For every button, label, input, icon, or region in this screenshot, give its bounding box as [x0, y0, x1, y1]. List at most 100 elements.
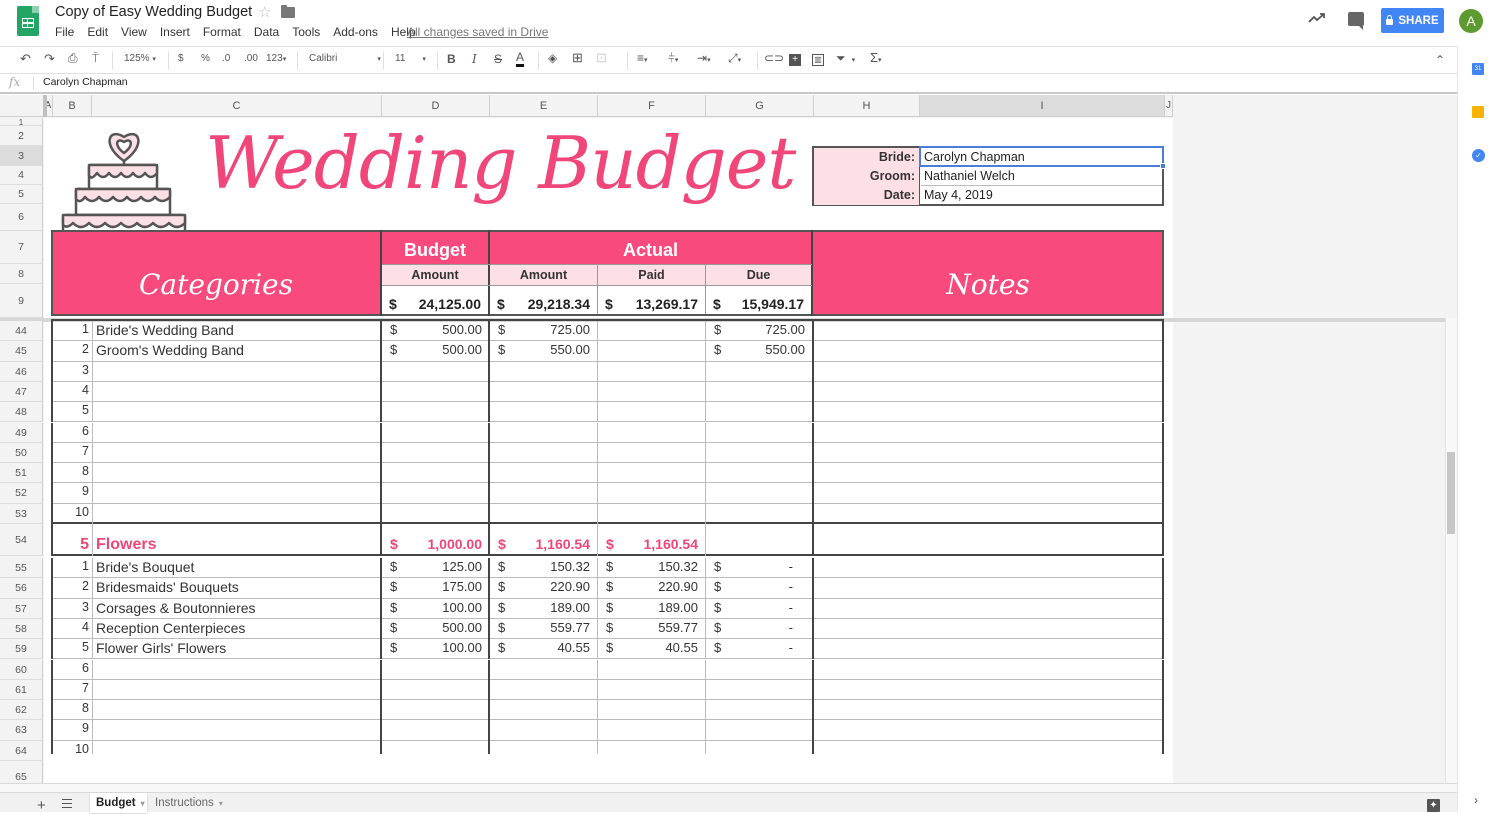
- filter-icon[interactable]: ⏷ ▾: [836, 51, 855, 66]
- add-sheet-icon[interactable]: +: [37, 797, 46, 814]
- row-header-4[interactable]: 4: [0, 166, 43, 185]
- tab-instructions[interactable]: Instructions ▾: [149, 793, 231, 813]
- menu-data[interactable]: Data: [254, 25, 279, 39]
- row-header-60[interactable]: 60: [0, 659, 43, 680]
- tab-menu-icon[interactable]: ▾: [219, 799, 223, 808]
- menu-addons[interactable]: Add-ons: [333, 25, 378, 39]
- paint-format-icon[interactable]: ⍑: [92, 51, 99, 66]
- menu-view[interactable]: View: [121, 25, 147, 39]
- keep-icon[interactable]: [1472, 106, 1484, 118]
- tab-budget[interactable]: Budget ▾: [90, 793, 147, 813]
- horizontal-scrollbar[interactable]: [0, 784, 1457, 793]
- share-button[interactable]: SHARE: [1381, 8, 1444, 33]
- expand-panel-icon[interactable]: ›: [1474, 793, 1478, 807]
- row-header-58[interactable]: 58: [0, 618, 43, 640]
- row-header-64[interactable]: 64: [0, 740, 43, 761]
- calendar-icon[interactable]: 31: [1472, 63, 1484, 75]
- strikethrough-button[interactable]: S: [494, 52, 502, 66]
- column-header-c[interactable]: C: [92, 95, 382, 117]
- font-size-select[interactable]: 11 ▾: [395, 53, 426, 64]
- tasks-icon[interactable]: ✓: [1472, 149, 1485, 162]
- column-header-h[interactable]: H: [814, 95, 920, 117]
- column-header-b[interactable]: B: [53, 95, 92, 117]
- row-header-54[interactable]: 54: [0, 524, 43, 556]
- insert-link-icon[interactable]: ⊂⊃: [764, 51, 784, 65]
- merge-cells-icon[interactable]: ⊡: [596, 50, 607, 66]
- menu-tools[interactable]: Tools: [292, 25, 320, 39]
- menu-edit[interactable]: Edit: [87, 25, 108, 39]
- vertical-scrollbar[interactable]: [1445, 318, 1457, 783]
- row-header-2[interactable]: 2: [0, 126, 43, 146]
- menu-format[interactable]: Format: [203, 25, 241, 39]
- undo-icon[interactable]: ↶: [20, 51, 31, 67]
- column-header-g[interactable]: G: [706, 95, 814, 117]
- total-paid[interactable]: $13,269.17: [598, 296, 705, 314]
- date-value[interactable]: May 4, 2019: [921, 186, 1162, 205]
- bride-value[interactable]: Carolyn Chapman: [921, 148, 1162, 167]
- row-header-6[interactable]: 6: [0, 204, 43, 231]
- row-header-48[interactable]: 48: [0, 402, 43, 423]
- total-actual[interactable]: $29,218.34: [490, 296, 597, 314]
- comments-icon[interactable]: [1348, 12, 1364, 30]
- row-header-63[interactable]: 63: [0, 720, 43, 741]
- row-header-47[interactable]: 47: [0, 381, 43, 403]
- account-avatar[interactable]: A: [1459, 9, 1483, 33]
- font-family-select[interactable]: Calibri ▾: [309, 53, 381, 64]
- row-header-3[interactable]: 3: [0, 146, 43, 166]
- row-header-51[interactable]: 51: [0, 463, 43, 484]
- sheets-logo-icon[interactable]: [17, 6, 39, 36]
- menu-file[interactable]: File: [55, 25, 74, 39]
- borders-icon[interactable]: ⊞: [572, 50, 583, 66]
- row-header-8[interactable]: 8: [0, 264, 43, 284]
- bold-button[interactable]: B: [447, 52, 456, 66]
- row-header-45[interactable]: 45: [0, 341, 43, 362]
- menu-insert[interactable]: Insert: [160, 25, 190, 39]
- groom-value[interactable]: Nathaniel Welch: [921, 167, 1162, 186]
- functions-button[interactable]: Σ▾: [870, 50, 882, 65]
- folder-icon[interactable]: [281, 5, 295, 18]
- currency-format-button[interactable]: $: [178, 53, 184, 64]
- row-header-65[interactable]: 65: [0, 761, 43, 783]
- percent-format-button[interactable]: %: [201, 53, 210, 64]
- row-header-44[interactable]: 44: [0, 321, 43, 342]
- explore-icon[interactable]: ✦: [1427, 799, 1440, 812]
- row-header-62[interactable]: 62: [0, 700, 43, 721]
- frozen-rows-divider[interactable]: [0, 318, 1457, 322]
- row-header-1[interactable]: 1: [0, 118, 43, 127]
- row-header-5[interactable]: 5: [0, 185, 43, 204]
- vertical-align-icon[interactable]: ⫩▾: [668, 51, 678, 66]
- total-due[interactable]: $15,949.17: [706, 296, 811, 314]
- total-budget[interactable]: $24,125.00: [382, 296, 488, 314]
- fill-color-icon[interactable]: ◈: [548, 51, 557, 65]
- row-header-46[interactable]: 46: [0, 361, 43, 382]
- row-header-56[interactable]: 56: [0, 578, 43, 599]
- italic-button[interactable]: I: [472, 52, 477, 66]
- vertical-scrollbar-thumb[interactable]: [1447, 452, 1455, 534]
- row-header-50[interactable]: 50: [0, 442, 43, 464]
- decrease-decimal-button[interactable]: .0: [222, 53, 230, 64]
- print-icon[interactable]: ⎙: [68, 51, 78, 66]
- tab-menu-icon[interactable]: ▾: [141, 799, 145, 808]
- row-header-9[interactable]: 9: [0, 284, 43, 318]
- formula-input[interactable]: Carolyn Chapman: [43, 76, 128, 88]
- column-header-j[interactable]: J: [1165, 95, 1173, 117]
- row-header-7[interactable]: 7: [0, 231, 43, 264]
- row-header-53[interactable]: 53: [0, 503, 43, 524]
- column-header-e[interactable]: E: [490, 95, 598, 117]
- text-rotation-icon[interactable]: ⤢▾: [728, 51, 741, 66]
- row-header-49[interactable]: 49: [0, 422, 43, 443]
- redo-icon[interactable]: ↷: [44, 51, 55, 67]
- frozen-columns-divider[interactable]: [43, 95, 47, 117]
- text-wrapping-icon[interactable]: ⇥▾: [697, 51, 711, 65]
- star-icon[interactable]: ☆: [258, 3, 271, 21]
- text-color-button[interactable]: A: [516, 50, 525, 67]
- row-header-57[interactable]: 57: [0, 598, 43, 619]
- select-all-corner[interactable]: [0, 95, 44, 117]
- all-sheets-icon[interactable]: [62, 799, 72, 808]
- horizontal-align-icon[interactable]: ≡▾: [637, 51, 648, 65]
- activity-dashboard-icon[interactable]: [1308, 12, 1326, 24]
- cell-area[interactable]: [44, 118, 1173, 783]
- more-formats-button[interactable]: 123▾: [266, 53, 286, 64]
- row-header-61[interactable]: 61: [0, 679, 43, 701]
- row-header-59[interactable]: 59: [0, 639, 43, 660]
